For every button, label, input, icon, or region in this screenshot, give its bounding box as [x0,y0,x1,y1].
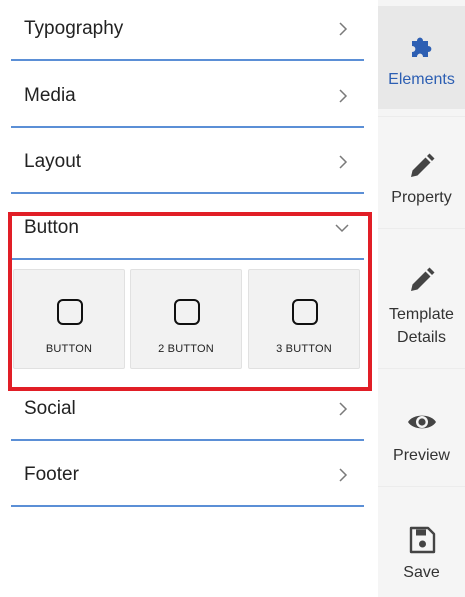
sidebar-item-template-details[interactable]: Template Details [378,228,465,368]
section-button[interactable]: Button [11,196,364,260]
section-label: Footer [24,464,79,485]
tile-label: 2 BUTTON [158,343,214,355]
chevron-right-icon [339,402,348,416]
section-label: Social [24,398,76,419]
sidebar-item-property[interactable]: Property [378,116,465,228]
puzzle-icon [412,37,432,57]
page-root: Typography Media Layout Button BUTTON 2 … [0,0,465,597]
section-media[interactable]: Media [11,64,364,128]
section-label: Media [24,85,76,106]
sidebar-item-elements[interactable]: Elements [378,6,465,109]
pencil-icon [411,267,435,291]
button-element-tile[interactable]: BUTTON [13,269,125,369]
three-button-element-tile[interactable]: 3 BUTTON [248,269,360,369]
tile-label: 3 BUTTON [276,343,332,355]
rounded-square-icon [292,299,318,325]
two-button-element-tile[interactable]: 2 BUTTON [130,269,242,369]
right-sidebar: Elements Property Template Details Previ… [378,0,465,597]
section-label: Button [24,217,79,238]
chevron-right-icon [339,468,348,482]
floppy-disk-icon [409,526,436,554]
chevron-right-icon [339,155,348,169]
section-footer[interactable]: Footer [11,443,364,507]
sidebar-item-save[interactable]: Save [378,486,465,597]
sidebar-item-label: Save [403,564,440,581]
section-layout[interactable]: Layout [11,130,364,194]
section-social[interactable]: Social [11,377,364,441]
sidebar-item-preview[interactable]: Preview [378,368,465,486]
section-label: Layout [24,151,82,172]
sidebar-item-label: Elements [388,71,455,88]
elements-panel: Typography Media Layout Button BUTTON 2 … [0,0,378,597]
chevron-right-icon [339,22,348,36]
pencil-icon [411,153,435,177]
sidebar-item-label: Template Details [389,306,454,346]
rounded-square-icon [174,299,200,325]
section-typography[interactable]: Typography [11,0,364,61]
sidebar-item-label: Preview [393,447,450,464]
eye-icon [408,415,436,429]
chevron-right-icon [339,89,348,103]
button-elements-grid: BUTTON 2 BUTTON 3 BUTTON [13,269,360,369]
tile-label: BUTTON [45,343,93,355]
rounded-square-icon [57,299,83,325]
section-label: Typography [24,18,124,39]
sidebar-item-label: Property [391,189,452,206]
chevron-down-icon [335,224,349,233]
